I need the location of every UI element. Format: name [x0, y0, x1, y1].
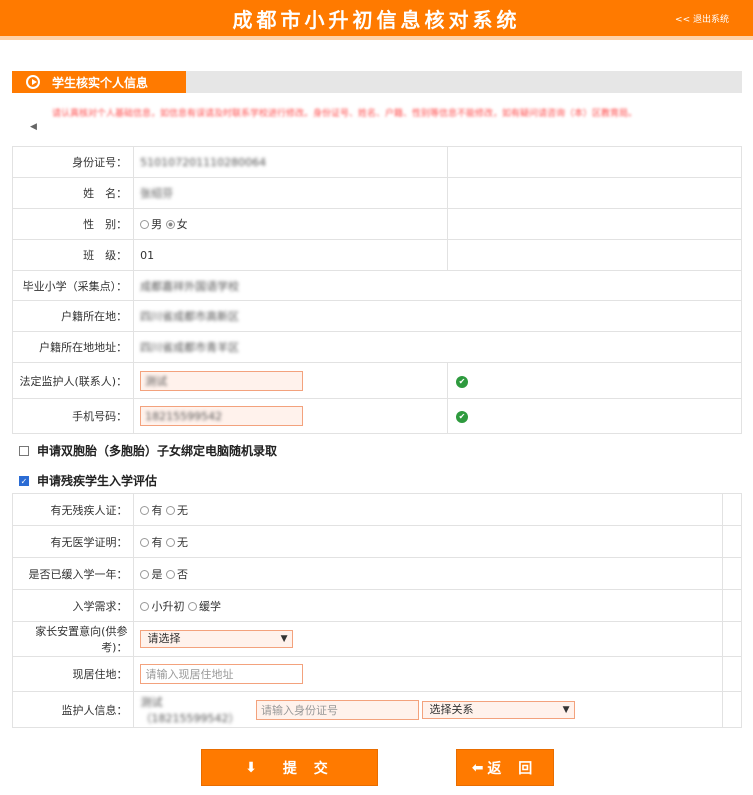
name-value: 张绍芬: [140, 187, 174, 200]
app-header: 成都市小升初信息核对系统 << 退出系统: [0, 0, 753, 40]
table-row: 毕业小学（采集点）： 成都嘉祥外国语学校: [11, 270, 742, 301]
section-header: 学生核实个人信息: [12, 71, 742, 93]
table-row: 监护人信息： 测试（18215599542） 请输入身份证号 选择关系 ▼: [11, 691, 742, 728]
left-arrow-icon: ◀: [30, 122, 37, 132]
chevron-down-icon: ▼: [562, 704, 570, 715]
intent-select[interactable]: 请选择 ▼: [140, 630, 294, 648]
gender-female-label: 女: [176, 218, 188, 231]
gender-male-label: 男: [151, 218, 163, 231]
need-b-radio[interactable]: [187, 601, 197, 611]
medical-no-radio[interactable]: [165, 537, 175, 547]
chevron-down-icon: ▼: [280, 634, 288, 644]
table-row: 性 别： 男 女: [11, 208, 743, 240]
table-row: 现居住地： 请输入现居住地址: [11, 656, 742, 692]
delay-no-radio[interactable]: [165, 569, 175, 579]
guardian-idcard-input[interactable]: 请输入身份证号: [255, 699, 419, 720]
hukou-addr-value: 四川省成都市青羊区: [140, 341, 240, 354]
medical-yes-radio[interactable]: [140, 537, 150, 547]
table-row: 入学需求： 小升初 缓学: [11, 589, 742, 622]
table-row: 是否已缓入学一年： 是 否: [11, 557, 742, 590]
intent-label: 家长安置意向(供参考)：: [11, 621, 135, 657]
disabled-label: 申请残疾学生入学评估: [37, 474, 158, 488]
id-label: 身份证号：: [11, 146, 135, 178]
cert-yes-radio[interactable]: [140, 505, 150, 515]
delay-label: 是否已缓入学一年：: [11, 557, 135, 590]
disabled-checkbox[interactable]: ✓: [19, 475, 29, 486]
section-tab: 学生核实个人信息: [12, 71, 186, 93]
table-row: 姓 名： 张绍芬: [11, 177, 743, 209]
school-value: 成都嘉祥外国语学校: [140, 279, 240, 293]
table-row: 有无医学证明： 有 无: [11, 525, 742, 558]
check-circle-icon: ✔: [455, 375, 468, 388]
play-circle-icon: [26, 75, 40, 89]
hukou-label: 户籍所在地：: [11, 300, 135, 332]
cert-label: 有无残疾人证：: [11, 493, 135, 526]
assessment-table: 有无残疾人证： 有 无 有无医学证明： 有 无 是否已缓入学一年： 是 否 入学…: [11, 493, 742, 728]
need-a-radio[interactable]: [140, 601, 150, 611]
notice: ◀ 请认真核对个人基础信息，如信息有误请及时联系学校进行修改。身份证号、姓名、户…: [30, 106, 745, 132]
hukou-addr-label: 户籍所在地地址：: [11, 331, 135, 363]
twins-label: 申请双胞胎（多胞胎）子女绑定电脑随机录取: [37, 444, 278, 458]
disabled-option[interactable]: ✓ 申请残疾学生入学评估: [19, 472, 157, 489]
guardian-label: 法定监护人(联系人)：: [11, 362, 135, 399]
table-row: 身份证号： 510107201110280064: [11, 146, 743, 178]
table-row: 户籍所在地地址： 四川省成都市青羊区: [11, 331, 742, 363]
hukou-value: 四川省成都市高新区: [140, 310, 240, 323]
cert-no-radio[interactable]: [165, 505, 175, 515]
app-title: 成都市小升初信息核对系统: [232, 8, 521, 32]
arrow-left-icon: ⬅: [471, 759, 484, 776]
relation-select[interactable]: 选择关系 ▼: [422, 700, 576, 719]
guardian-info-value: 测试（18215599542）: [140, 695, 240, 725]
section-title: 学生核实个人信息: [52, 75, 149, 90]
need-label: 入学需求：: [11, 589, 135, 622]
delay-yes-radio[interactable]: [140, 569, 150, 579]
gender-female-radio[interactable]: [165, 220, 175, 229]
guardian-input[interactable]: 测试: [140, 370, 304, 391]
table-row: 手机号码： 18215599542 ✔: [11, 398, 743, 434]
school-label: 毕业小学（采集点）：: [11, 270, 135, 301]
back-button[interactable]: ⬅ 返 回: [456, 749, 554, 786]
notice-text: 请认真核对个人基础信息，如信息有误请及时联系学校进行修改。身份证号、姓名、户籍、…: [52, 109, 638, 119]
arrow-down-icon: ⬇: [245, 759, 257, 776]
medical-label: 有无医学证明：: [11, 525, 135, 558]
phone-label: 手机号码：: [11, 398, 135, 434]
table-row: 户籍所在地： 四川省成都市高新区: [11, 300, 742, 332]
class-value: 01: [140, 248, 155, 262]
submit-button[interactable]: ⬇ 提 交: [201, 749, 378, 786]
student-info-table: 身份证号： 510107201110280064 姓 名： 张绍芬 性 别： 男…: [11, 146, 743, 434]
name-label: 姓 名：: [11, 177, 135, 209]
logout-link[interactable]: << 退出系统: [675, 12, 729, 25]
id-value: 510107201110280064: [140, 155, 267, 169]
gender-male-radio[interactable]: [140, 220, 150, 229]
class-label: 班 级：: [11, 239, 135, 271]
table-row: 家长安置意向(供参考)： 请选择 ▼: [11, 621, 742, 657]
address-label: 现居住地：: [11, 656, 135, 692]
twins-checkbox[interactable]: [19, 445, 29, 456]
table-row: 法定监护人(联系人)： 测试 ✔: [11, 362, 743, 399]
guardian-info-label: 监护人信息：: [11, 691, 135, 728]
table-row: 班 级： 01: [11, 239, 743, 271]
twins-option[interactable]: 申请双胞胎（多胞胎）子女绑定电脑随机录取: [19, 442, 277, 459]
gender-label: 性 别：: [11, 208, 135, 240]
phone-input[interactable]: 18215599542: [140, 406, 304, 426]
table-row: 有无残疾人证： 有 无: [11, 493, 742, 526]
check-circle-icon: ✔: [455, 411, 468, 423]
address-input[interactable]: 请输入现居住地址: [140, 664, 304, 684]
